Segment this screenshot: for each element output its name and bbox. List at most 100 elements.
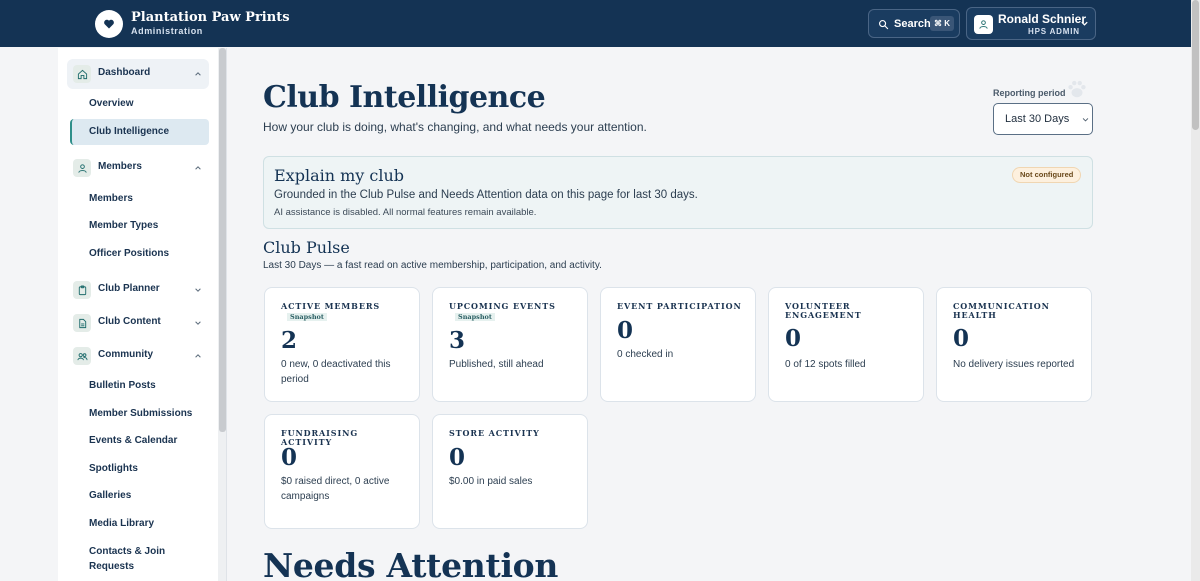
metric-label: Fundraising Activity [281,428,359,447]
sidebar-item-members[interactable]: Members [70,186,209,212]
user-icon [73,159,91,177]
chevron-up-icon [195,72,201,76]
brand-subtitle: Administration [131,26,203,36]
metric-card-volunteer-engagement[interactable]: Volunteer Engagement 0 0 of 12 spots fil… [768,287,924,402]
brand-logo[interactable] [95,10,123,38]
chevron-down-icon [1082,118,1089,122]
explain-description: Grounded in the Club Pulse and Needs Att… [274,189,698,201]
metric-label: Event Participation [617,301,742,311]
metric-value: 0 [449,444,466,471]
sidebar-item-label: Member Submissions [89,408,193,419]
snapshot-tag: Snapshot [287,313,327,321]
sidebar-section-community[interactable]: Community [67,341,209,371]
sidebar-item-label: Events & Calendar [89,435,178,446]
users-icon [73,347,91,365]
metric-value: 0 [953,325,970,352]
metric-value: 3 [449,327,466,354]
sidebar-item-officer-positions[interactable]: Officer Positions [70,241,209,267]
explain-note: AI assistance is disabled. All normal fe… [274,207,537,218]
search-icon [879,20,889,30]
metric-label: Active Members [281,301,381,311]
page-scrollbar-thumb[interactable] [1192,0,1199,130]
sidebar-section-club-content[interactable]: Club Content [67,308,209,338]
club-pulse-subtitle: Last 30 Days — a fast read on active mem… [263,260,602,271]
avatar [974,15,993,34]
metric-description: 0 checked in [617,349,674,360]
metric-value: 0 [617,317,634,344]
chevron-down-icon [195,321,201,325]
sidebar-section-label: Club Content [98,316,161,327]
metric-description: 0 of 12 spots filled [785,359,866,370]
sidebar-item-label: Members [89,193,133,204]
sidebar-item-galleries[interactable]: Galleries [70,483,209,509]
metric-card-event-participation[interactable]: Event Participation 0 0 checked in [600,287,756,402]
heart-icon [104,19,114,29]
sidebar-item-events-calendar[interactable]: Events & Calendar [70,428,209,454]
metric-card-fundraising-activity[interactable]: Fundraising Activity 0 $0 raised direct,… [264,414,420,529]
home-icon [73,65,91,83]
sidebar-item-spotlights[interactable]: Spotlights [70,456,209,482]
club-pulse-title: Club Pulse [263,238,350,257]
sidebar-item-overview[interactable]: Overview [70,91,209,117]
document-icon [73,314,91,332]
search-button[interactable]: Search ⌘ K [868,9,960,38]
chevron-up-icon [195,166,201,170]
brand-title[interactable]: Plantation Paw Prints [131,10,290,25]
status-badge: Not configured [1012,167,1082,183]
metric-label: Communication Health [953,301,1050,320]
reporting-period-select[interactable]: Last 30 Days [993,103,1093,135]
sidebar-item-member-submissions[interactable]: Member Submissions [70,401,209,427]
sidebar-section-club-planner[interactable]: Club Planner [67,275,209,305]
page-subtitle: How your club is doing, what's changing,… [263,120,647,134]
reporting-period-label: Reporting period [993,88,1066,98]
chevron-down-icon [1081,21,1088,26]
sidebar-section-label: Club Planner [98,283,160,294]
metric-label: Store Activity [449,428,540,438]
sidebar-item-member-types[interactable]: Member Types [70,213,209,239]
metric-label: Volunteer Engagement [785,301,862,320]
user-name: Ronald Schnier [998,12,1087,26]
sidebar-item-label: Contacts & Join Requests [89,546,166,572]
needs-attention-title: Needs Attention [263,546,559,581]
search-shortcut: ⌘ K [930,16,954,31]
sidebar-item-label: Overview [89,98,134,109]
explain-my-club-panel: Explain my club Grounded in the Club Pul… [263,156,1093,229]
user-icon [979,20,988,29]
sidebar-item-bulletin-posts[interactable]: Bulletin Posts [70,373,209,399]
sidebar-section-label: Community [98,349,153,360]
sidebar-section-dashboard[interactable]: Dashboard [67,59,209,89]
explain-title: Explain my club [274,166,405,185]
user-menu-button[interactable]: Ronald Schnier HPS ADMIN [966,7,1096,40]
metric-description: 0 new, 0 deactivated this period [281,359,391,385]
sidebar-section-members[interactable]: Members [67,153,209,183]
snapshot-tag: Snapshot [455,313,495,321]
reporting-period-value: Last 30 Days [1005,113,1070,125]
metric-value: 2 [281,327,298,354]
sidebar-section-label: Dashboard [98,67,151,78]
sidebar-item-media-library[interactable]: Media Library [70,511,209,537]
metric-card-upcoming-events[interactable]: Upcoming Events Snapshot 3 Published, st… [432,287,588,402]
chevron-down-icon [195,288,201,292]
clipboard-icon [73,281,91,299]
metric-card-active-members[interactable]: Active Members Snapshot 2 0 new, 0 deact… [264,287,420,402]
sidebar-section-label: Members [98,161,142,172]
sidebar-scrollbar[interactable] [218,48,227,581]
metric-label: Upcoming Events [449,301,556,311]
metric-card-communication-health[interactable]: Communication Health 0 No delivery issue… [936,287,1092,402]
metric-card-store-activity[interactable]: Store Activity 0 $0.00 in paid sales [432,414,588,529]
metric-description: No delivery issues reported [953,359,1075,370]
sidebar-item-contacts-join-requests[interactable]: Contacts & Join Requests [70,543,209,577]
user-role: HPS ADMIN [1028,27,1080,36]
page-scrollbar[interactable] [1191,0,1200,581]
paw-icon [1068,80,1086,98]
sidebar-item-label: Member Types [89,220,159,231]
metric-value: 0 [281,444,298,471]
sidebar-item-label: Club Intelligence [89,126,170,137]
top-bar: Plantation Paw Prints Administration Sea… [0,0,1191,47]
sidebar-item-label: Officer Positions [89,248,170,259]
metric-value: 0 [785,325,802,352]
sidebar-item-label: Spotlights [89,463,138,474]
sidebar-item-club-intelligence[interactable]: Club Intelligence [70,119,209,145]
sidebar-scrollbar-thumb[interactable] [219,48,226,432]
sidebar-item-label: Media Library [89,518,155,529]
